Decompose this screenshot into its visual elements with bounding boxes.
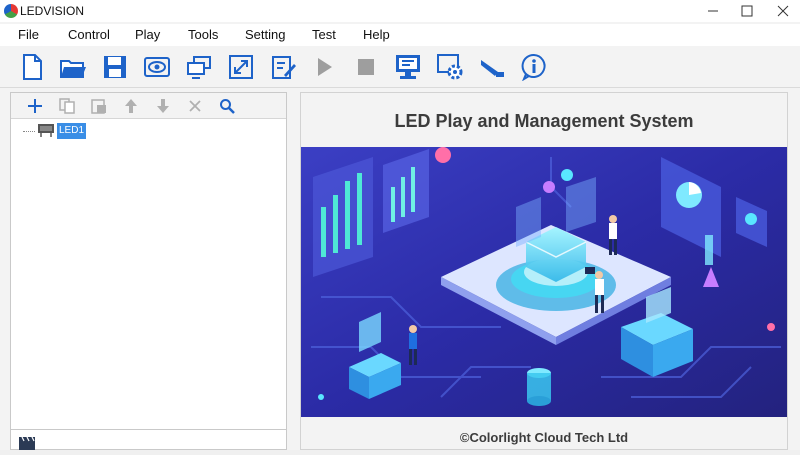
display-screens-button[interactable] xyxy=(183,52,215,82)
move-up-button[interactable] xyxy=(121,96,141,116)
paste-button[interactable] xyxy=(89,96,109,116)
delete-icon xyxy=(189,100,201,112)
test-tool-icon xyxy=(481,60,504,77)
minimize-icon xyxy=(708,10,718,12)
screen-tree-panel: LED1 xyxy=(10,92,287,450)
search-button[interactable] xyxy=(217,96,237,116)
fullscreen-button[interactable] xyxy=(225,52,257,82)
edit-button[interactable] xyxy=(267,52,299,82)
display-screens-icon xyxy=(187,56,211,79)
add-icon xyxy=(28,99,42,113)
tree-item-led1[interactable]: LED1 xyxy=(57,123,87,139)
menu-test[interactable]: Test xyxy=(312,27,336,42)
delete-button[interactable] xyxy=(185,96,205,116)
led-screen-icon xyxy=(35,123,57,137)
app-logo-icon xyxy=(4,4,18,18)
panel-divider xyxy=(11,429,286,430)
minimize-button[interactable] xyxy=(698,0,728,22)
app-window: LEDVISION File Control Play Tools Settin… xyxy=(0,0,800,450)
save-button[interactable] xyxy=(99,52,131,82)
paste-icon xyxy=(91,99,106,114)
copy-button[interactable] xyxy=(57,96,77,116)
info-icon xyxy=(521,53,546,81)
settings-button[interactable] xyxy=(434,52,466,82)
stop-button[interactable] xyxy=(350,52,382,82)
test-tool-button[interactable] xyxy=(476,52,508,82)
stop-icon xyxy=(358,59,374,75)
title-bar: LEDVISION xyxy=(0,0,800,22)
hero-illustration xyxy=(301,147,787,417)
new-file-button[interactable] xyxy=(16,52,48,82)
tree-connector xyxy=(23,131,35,132)
copyright-text: ©Colorlight Cloud Tech Ltd xyxy=(459,430,629,445)
preview-button[interactable] xyxy=(141,52,173,82)
window-title: LEDVISION xyxy=(20,4,85,18)
open-button[interactable] xyxy=(57,52,89,82)
new-file-icon xyxy=(23,54,42,80)
main-toolbar xyxy=(0,46,800,88)
menu-bar: File Control Play Tools Setting Test Hel… xyxy=(0,24,800,46)
search-icon xyxy=(220,99,235,114)
maximize-icon xyxy=(741,5,753,17)
welcome-title: LED Play and Management System xyxy=(394,111,694,131)
menu-file[interactable]: File xyxy=(18,27,39,42)
close-icon xyxy=(777,5,789,17)
tree-toolbar xyxy=(11,93,286,119)
fullscreen-icon xyxy=(229,55,253,79)
menu-tools[interactable]: Tools xyxy=(188,27,218,42)
clapperboard-icon[interactable] xyxy=(18,436,36,450)
preview-eye-icon xyxy=(144,57,170,77)
monitor-button[interactable] xyxy=(392,52,424,82)
close-button[interactable] xyxy=(768,0,798,22)
bar-chart-panel xyxy=(313,157,373,277)
info-button[interactable] xyxy=(518,52,550,82)
settings-gear-icon xyxy=(437,54,463,80)
save-icon xyxy=(104,56,126,78)
open-folder-icon xyxy=(60,60,86,78)
copy-icon xyxy=(59,98,75,114)
add-button[interactable] xyxy=(25,96,45,116)
menu-setting[interactable]: Setting xyxy=(245,27,285,42)
edit-icon xyxy=(272,56,296,79)
move-down-icon xyxy=(157,99,169,113)
monitor-icon xyxy=(396,55,420,79)
play-button[interactable] xyxy=(308,52,340,82)
welcome-panel: LED Play and Management System ©Colorlig… xyxy=(300,92,788,450)
menu-help[interactable]: Help xyxy=(363,27,390,42)
play-icon xyxy=(318,58,332,76)
move-down-button[interactable] xyxy=(153,96,173,116)
move-up-icon xyxy=(125,99,137,113)
menu-play[interactable]: Play xyxy=(135,27,160,42)
maximize-button[interactable] xyxy=(732,0,762,22)
menu-control[interactable]: Control xyxy=(68,27,110,42)
